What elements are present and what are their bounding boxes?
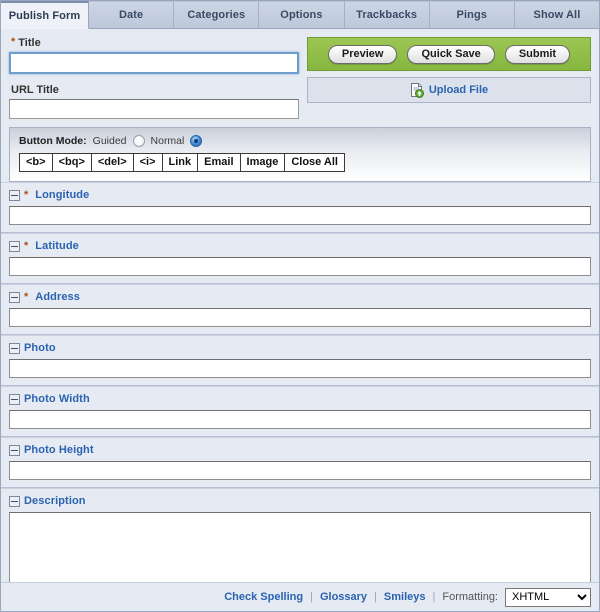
collapse-toggle-icon[interactable] (9, 393, 20, 405)
title-label: * Title (9, 36, 299, 50)
button-mode-normal-radio[interactable] (190, 135, 203, 147)
tab-options[interactable]: Options (259, 1, 345, 28)
preview-button[interactable]: Preview (327, 44, 398, 64)
action-bar: Preview Quick Save Submit (307, 37, 591, 71)
tab-bar: Publish Form Date Categories Options Trackba… (1, 1, 600, 29)
field-input[interactable] (9, 359, 591, 378)
tab-label: Date (118, 9, 144, 21)
tab-categories[interactable]: Categories (174, 1, 260, 28)
field-row: * Longitude (1, 182, 599, 233)
button-mode-title: Button Mode: (19, 135, 87, 147)
field-row: Photo Width (1, 386, 599, 437)
field-header: Photo Height (9, 444, 591, 456)
document-upload-icon (410, 82, 424, 98)
collapse-toggle-icon[interactable] (9, 189, 20, 201)
required-asterisk: * (24, 188, 29, 201)
upload-file-label: Upload File (428, 84, 489, 96)
title-label-text: Title (18, 37, 41, 49)
field-label: Address (35, 291, 80, 303)
tab-show-all[interactable]: Show All (514, 1, 600, 28)
form-footer: Check Spelling | Glossary | Smileys | Fo… (1, 582, 599, 611)
field-header: * Address (9, 291, 591, 303)
required-asterisk: * (24, 290, 29, 303)
top-section: * Title URL Title Preview Quick Save Subm… (1, 29, 599, 119)
tab-date[interactable]: Date (89, 1, 175, 28)
collapse-toggle-icon[interactable] (9, 444, 20, 456)
formatting-button-row: <b> <bq> <del> <i> Link Email Image Close All (19, 153, 581, 172)
title-input[interactable] (9, 52, 299, 74)
submit-button[interactable]: Submit (504, 44, 571, 64)
upload-file-bar[interactable]: Upload File (307, 77, 591, 103)
field-input[interactable] (9, 257, 591, 276)
formatting-label: Formatting: (442, 591, 498, 603)
format-button-2[interactable]: <del> (90, 153, 133, 172)
url-title-label: URL Title (11, 84, 59, 96)
tab-label: Show All (533, 9, 581, 21)
field-label: Photo Height (24, 444, 94, 456)
glossary-link[interactable]: Glossary (320, 591, 367, 603)
field-row: Description (1, 488, 599, 582)
field-header: * Longitude (9, 189, 591, 201)
field-list: * Longitude * Latitude * Address Photo Photo Wi… (1, 182, 599, 582)
footer-separator-3: | (432, 591, 436, 603)
required-asterisk: * (24, 239, 29, 252)
tab-label: Options (280, 9, 323, 21)
quick-save-button[interactable]: Quick Save (407, 44, 495, 64)
form-body: * Title URL Title Preview Quick Save Subm… (1, 29, 599, 582)
url-title-input[interactable] (9, 99, 299, 119)
required-asterisk-title: * (11, 36, 16, 48)
field-label: Latitude (35, 240, 79, 252)
tab-label: Publish Form (8, 9, 81, 22)
field-input[interactable] (9, 206, 591, 225)
collapse-toggle-icon[interactable] (9, 291, 20, 303)
formatting-select[interactable]: XHTML (505, 587, 591, 607)
footer-separator-1: | (310, 591, 313, 603)
field-row: * Address (1, 284, 599, 335)
field-header: Photo Width (9, 393, 591, 405)
field-label: Photo Width (24, 393, 90, 405)
format-button-1[interactable]: <bq> (51, 153, 91, 172)
tab-publish-form[interactable]: Publish Form (1, 1, 89, 29)
button-mode-normal-label: Normal (150, 135, 185, 147)
format-button-7[interactable]: Close All (284, 153, 345, 172)
field-label: Description (24, 495, 86, 507)
button-mode-guided-radio[interactable] (132, 135, 145, 147)
tab-trackbacks[interactable]: Trackbacks (344, 1, 430, 28)
format-button-5[interactable]: Email (197, 153, 240, 172)
button-mode-wrap: Button Mode: Guided Normal <b> <bq> <del> <… (1, 119, 599, 182)
field-header: * Latitude (9, 240, 591, 252)
tab-label: Trackbacks (356, 9, 418, 21)
footer-separator-2: | (374, 591, 377, 603)
format-button-0[interactable]: <b> (19, 153, 52, 172)
format-button-3[interactable]: <i> (132, 153, 162, 172)
format-button-6[interactable]: Image (239, 153, 285, 172)
tab-label: Pings (456, 9, 487, 21)
tab-pings[interactable]: Pings (429, 1, 515, 28)
button-mode-row: Button Mode: Guided Normal (19, 135, 581, 147)
publish-form-window: Publish Form Date Categories Options Trackba… (0, 0, 600, 612)
collapse-toggle-icon[interactable] (9, 342, 20, 354)
field-header: Photo (9, 342, 591, 354)
field-row: * Latitude (1, 233, 599, 284)
title-column: * Title URL Title (9, 37, 299, 119)
field-label: Photo (24, 342, 56, 354)
field-input[interactable] (9, 308, 591, 327)
field-row: Photo Height (1, 437, 599, 488)
smileys-link[interactable]: Smileys (384, 591, 426, 603)
actions-column: Preview Quick Save Submit Upload File (307, 37, 591, 119)
field-label: Longitude (35, 189, 90, 201)
collapse-toggle-icon[interactable] (9, 495, 20, 507)
check-spelling-link[interactable]: Check Spelling (224, 591, 303, 603)
field-input[interactable] (9, 410, 591, 429)
format-button-4[interactable]: Link (161, 153, 198, 172)
tab-label: Categories (187, 9, 246, 21)
collapse-toggle-icon[interactable] (9, 240, 20, 252)
field-row: Photo (1, 335, 599, 386)
field-input[interactable] (9, 461, 591, 480)
button-mode-panel: Button Mode: Guided Normal <b> <bq> <del> <… (9, 127, 591, 182)
field-header: Description (9, 495, 591, 507)
field-textarea[interactable] (9, 512, 591, 582)
button-mode-guided-label: Guided (92, 135, 127, 147)
